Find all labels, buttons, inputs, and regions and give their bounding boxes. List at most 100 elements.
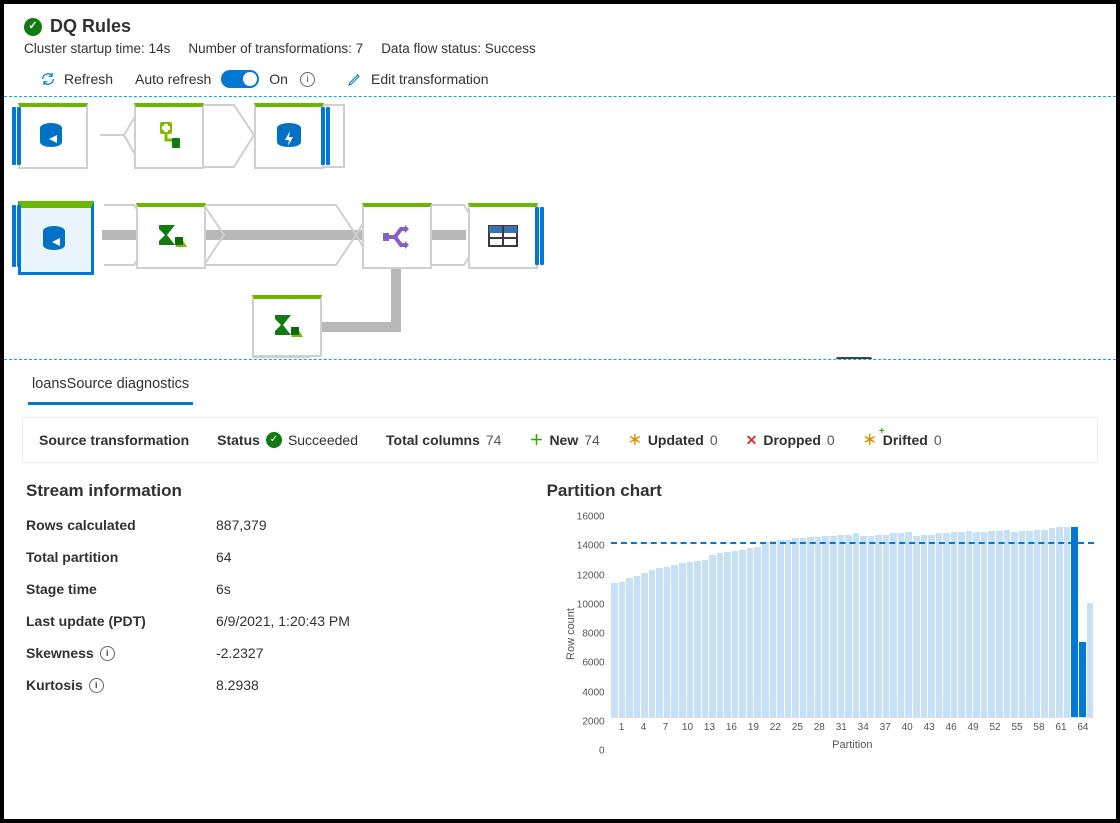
xtick: 13 xyxy=(698,722,720,733)
partition-bar[interactable] xyxy=(694,561,701,717)
tab-diagnostics[interactable]: loansSource diagnostics xyxy=(28,370,193,405)
partition-bar[interactable] xyxy=(830,536,837,717)
partition-bar[interactable] xyxy=(717,553,724,717)
ytick: 10000 xyxy=(571,599,605,610)
xtick: 19 xyxy=(742,722,764,733)
partition-bar[interactable] xyxy=(671,565,678,718)
skewness-info-icon[interactable]: i xyxy=(100,646,115,661)
partition-bar[interactable] xyxy=(724,552,731,717)
partition-bar[interactable] xyxy=(951,532,958,717)
partition-bar[interactable] xyxy=(1087,603,1094,717)
node-loans-source[interactable] xyxy=(18,201,94,275)
partition-bar[interactable] xyxy=(921,535,928,718)
partition-bar[interactable] xyxy=(777,540,784,718)
refresh-button[interactable]: Refresh xyxy=(40,71,113,87)
partition-bar[interactable] xyxy=(626,578,633,717)
partition-bar[interactable] xyxy=(792,538,799,717)
partition-bar[interactable] xyxy=(770,541,777,717)
xtick: 31 xyxy=(830,722,852,733)
drifted-label: Drifted xyxy=(883,432,928,448)
partition-bar[interactable] xyxy=(1041,530,1048,718)
node-aggregate-1[interactable] xyxy=(136,203,206,269)
partition-bar[interactable] xyxy=(702,560,709,718)
partition-bar[interactable] xyxy=(656,568,663,717)
total-partition-value: 64 xyxy=(216,549,232,565)
partition-bar[interactable] xyxy=(815,537,822,717)
xtick: 58 xyxy=(1028,722,1050,733)
pane-resize-handle[interactable] xyxy=(836,357,872,360)
node-sink-table[interactable] xyxy=(468,203,538,269)
data-flow-diagram[interactable] xyxy=(4,96,1116,360)
partition-bar[interactable] xyxy=(943,533,950,717)
partition-bar[interactable] xyxy=(649,570,656,718)
sigma-aggregate-icon xyxy=(269,309,305,345)
edit-transformation-button[interactable]: Edit transformation xyxy=(347,71,489,87)
partition-bar[interactable] xyxy=(611,583,618,717)
partition-bar[interactable] xyxy=(687,562,694,717)
database-source-icon xyxy=(35,119,71,155)
partition-bar[interactable] xyxy=(966,531,973,717)
partition-bar[interactable] xyxy=(634,576,641,717)
partition-bar[interactable] xyxy=(1079,642,1086,717)
kurtosis-value: 8.2938 xyxy=(216,677,259,693)
partition-bar[interactable] xyxy=(875,535,882,718)
xtick: 46 xyxy=(940,722,962,733)
partition-bar[interactable] xyxy=(739,550,746,718)
partition-bar[interactable] xyxy=(1071,527,1078,717)
node-conditional-split[interactable] xyxy=(362,203,432,269)
partition-bar[interactable] xyxy=(619,582,626,717)
partition-bar[interactable] xyxy=(838,535,845,718)
partition-bar[interactable] xyxy=(905,532,912,717)
partition-bar[interactable] xyxy=(988,531,995,717)
partition-bar[interactable] xyxy=(807,537,814,717)
auto-refresh-label: Auto refresh xyxy=(135,71,211,87)
partition-bar[interactable] xyxy=(1026,531,1033,717)
partition-bar[interactable] xyxy=(785,540,792,718)
partition-bar[interactable] xyxy=(1064,527,1071,717)
kurtosis-info-icon[interactable]: i xyxy=(89,678,104,693)
status-success-icon: ✓ xyxy=(24,18,42,36)
partition-bar[interactable] xyxy=(853,533,860,717)
partition-bar[interactable] xyxy=(732,551,739,717)
partition-bar[interactable] xyxy=(1019,531,1026,717)
partition-bar[interactable] xyxy=(860,536,867,717)
node-source-1[interactable] xyxy=(18,103,88,169)
dropped-label: Dropped xyxy=(763,432,821,448)
partition-bar[interactable] xyxy=(1034,530,1041,718)
table-icon xyxy=(485,219,521,255)
partition-bar[interactable] xyxy=(868,536,875,717)
auto-refresh-toggle[interactable] xyxy=(221,70,259,88)
partition-bar[interactable] xyxy=(996,531,1003,717)
partition-bar[interactable] xyxy=(747,548,754,717)
partition-bar[interactable] xyxy=(973,532,980,717)
partition-bar[interactable] xyxy=(958,532,965,717)
xtick: 64 xyxy=(1072,722,1094,733)
partition-bar[interactable] xyxy=(890,533,897,717)
partition-bar[interactable] xyxy=(709,555,716,718)
partition-chart-plot[interactable] xyxy=(611,517,1094,718)
partition-bar[interactable] xyxy=(754,547,761,717)
partition-bar[interactable] xyxy=(898,533,905,717)
partition-bar[interactable] xyxy=(1004,530,1011,718)
auto-refresh-info-icon[interactable]: i xyxy=(300,72,315,87)
partition-bar[interactable] xyxy=(762,542,769,717)
partition-bar[interactable] xyxy=(883,535,890,718)
partition-bar[interactable] xyxy=(928,535,935,718)
partition-bar[interactable] xyxy=(936,533,943,717)
partition-bar[interactable] xyxy=(800,538,807,717)
partition-bar[interactable] xyxy=(822,536,829,717)
node-sink-1[interactable] xyxy=(254,103,324,169)
partition-bar[interactable] xyxy=(664,567,671,717)
node-aggregate-branch[interactable] xyxy=(252,295,322,357)
node-transform-1[interactable] xyxy=(134,103,204,169)
status-success-icon: ✓ xyxy=(266,432,282,448)
plus-transform-icon xyxy=(151,119,187,155)
partition-bar[interactable] xyxy=(981,532,988,717)
partition-bar[interactable] xyxy=(1011,532,1018,717)
partition-bar[interactable] xyxy=(1056,527,1063,717)
partition-bar[interactable] xyxy=(1049,528,1056,717)
partition-bar[interactable] xyxy=(913,536,920,717)
partition-bar[interactable] xyxy=(679,563,686,717)
partition-bar[interactable] xyxy=(845,535,852,718)
partition-bar[interactable] xyxy=(641,573,648,717)
